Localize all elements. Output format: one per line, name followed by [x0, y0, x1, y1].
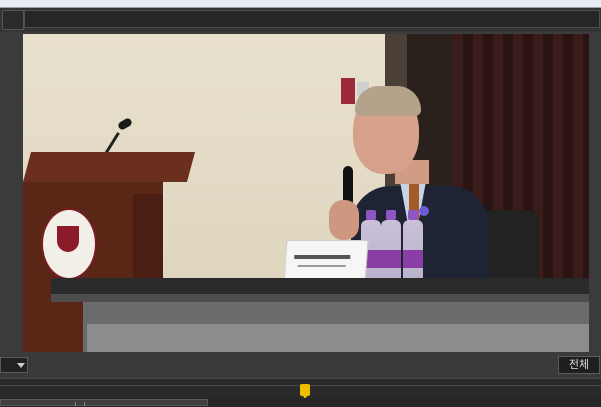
university-emblem — [41, 208, 97, 280]
video-viewer-panel — [0, 32, 601, 354]
scrollbar-thumb[interactable] — [0, 399, 208, 406]
grip-icon — [75, 402, 85, 406]
name-card — [283, 240, 369, 282]
table-front — [87, 324, 589, 352]
horizontal-scrollbar[interactable] — [0, 398, 601, 407]
viewer-title-field[interactable] — [24, 10, 600, 28]
playhead-marker-icon[interactable] — [300, 384, 310, 399]
view-all-button[interactable]: 전체 — [558, 356, 600, 374]
video-frame — [23, 34, 589, 352]
panel-menu-button[interactable] — [2, 10, 24, 30]
scene-wall-box — [341, 78, 355, 104]
podium-top — [23, 152, 196, 182]
viewer-header-bar — [0, 8, 601, 32]
timeline-ruler[interactable] — [0, 378, 601, 399]
table-top — [51, 278, 589, 294]
speaker-hair — [355, 86, 421, 116]
water-bottle — [381, 210, 401, 286]
chevron-down-icon — [17, 363, 25, 368]
lapel-pin — [419, 206, 429, 216]
table-edge — [51, 294, 589, 302]
water-bottle — [403, 210, 423, 286]
viewer-controls-bar: 전체 — [0, 354, 601, 378]
window-top-strip — [0, 0, 601, 8]
speaker-hand — [329, 200, 359, 240]
zoom-dropdown[interactable] — [0, 357, 28, 373]
